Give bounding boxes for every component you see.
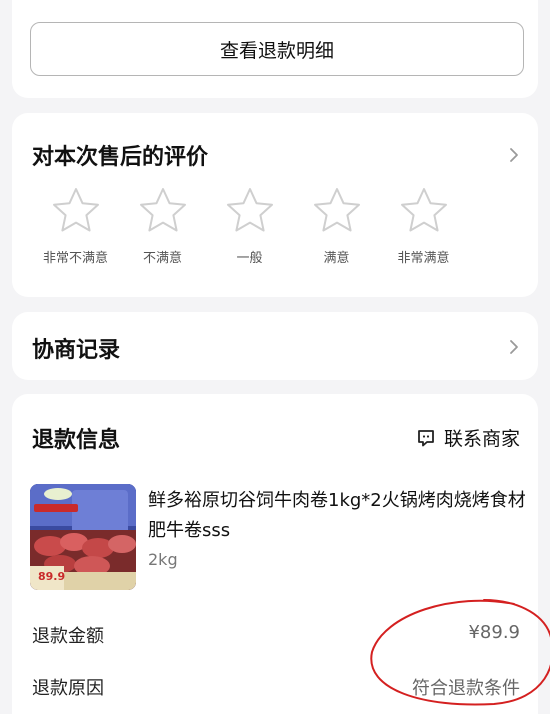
view-refund-detail-button[interactable]: 查看退款明细 — [30, 22, 524, 76]
refund-info-card: 退款信息 联系商家 89.9 鲜多裕原切谷饲牛肉卷1kg*2火锅烤肉烧烤食材肥牛… — [12, 394, 538, 714]
star-outline-icon — [226, 188, 273, 232]
rating-stars: 非常不满意 不满意 一般 满意 非常满意 — [32, 185, 518, 266]
product-image[interactable]: 89.9 — [30, 484, 136, 590]
refund-info-title: 退款信息 — [32, 428, 121, 453]
rating-option-satisfied[interactable]: 满意 — [293, 185, 380, 266]
refund-reason-value: 符合退款条件 — [412, 678, 520, 699]
star-outline-icon — [313, 188, 360, 232]
rating-option-label: 满意 — [323, 251, 350, 266]
chevron-right-icon[interactable] — [506, 339, 522, 355]
negotiation-title: 协商记录 — [32, 338, 121, 363]
contact-merchant-button[interactable]: 联系商家 — [416, 424, 520, 451]
rating-option-very-satisfied[interactable]: 非常满意 — [380, 185, 467, 266]
rating-option-label: 一般 — [236, 251, 263, 266]
negotiation-record-card[interactable]: 协商记录 — [12, 312, 538, 380]
product-spec: 2kg — [148, 550, 178, 569]
contact-merchant-label: 联系商家 — [443, 428, 520, 450]
refund-amount-label: 退款金额 — [32, 626, 104, 647]
product-title[interactable]: 鲜多裕原切谷饲牛肉卷1kg*2火锅烤肉烧烤食材肥牛卷sss — [148, 486, 528, 546]
refund-detail-card: 查看退款明细 — [12, 0, 538, 98]
rating-title: 对本次售后的评价 — [32, 145, 209, 170]
product-image-price-tag: 89.9 — [38, 570, 66, 583]
rating-option-label: 非常不满意 — [42, 251, 108, 266]
star-outline-icon — [400, 188, 447, 232]
chat-icon — [418, 429, 434, 446]
rating-option-very-dissatisfied[interactable]: 非常不满意 — [32, 185, 119, 266]
star-outline-icon — [139, 188, 186, 232]
rating-option-neutral[interactable]: 一般 — [206, 185, 293, 266]
after-sale-rating-card: 对本次售后的评价 非常不满意 不满意 一般 满意 非常满意 — [12, 113, 538, 297]
refund-amount-value: ¥89.9 — [468, 622, 520, 643]
chevron-right-icon[interactable] — [506, 147, 522, 163]
star-outline-icon — [52, 188, 99, 232]
rating-option-label: 不满意 — [142, 251, 182, 266]
rating-option-label: 非常满意 — [397, 251, 450, 266]
refund-reason-label: 退款原因 — [32, 678, 104, 699]
rating-option-dissatisfied[interactable]: 不满意 — [119, 185, 206, 266]
